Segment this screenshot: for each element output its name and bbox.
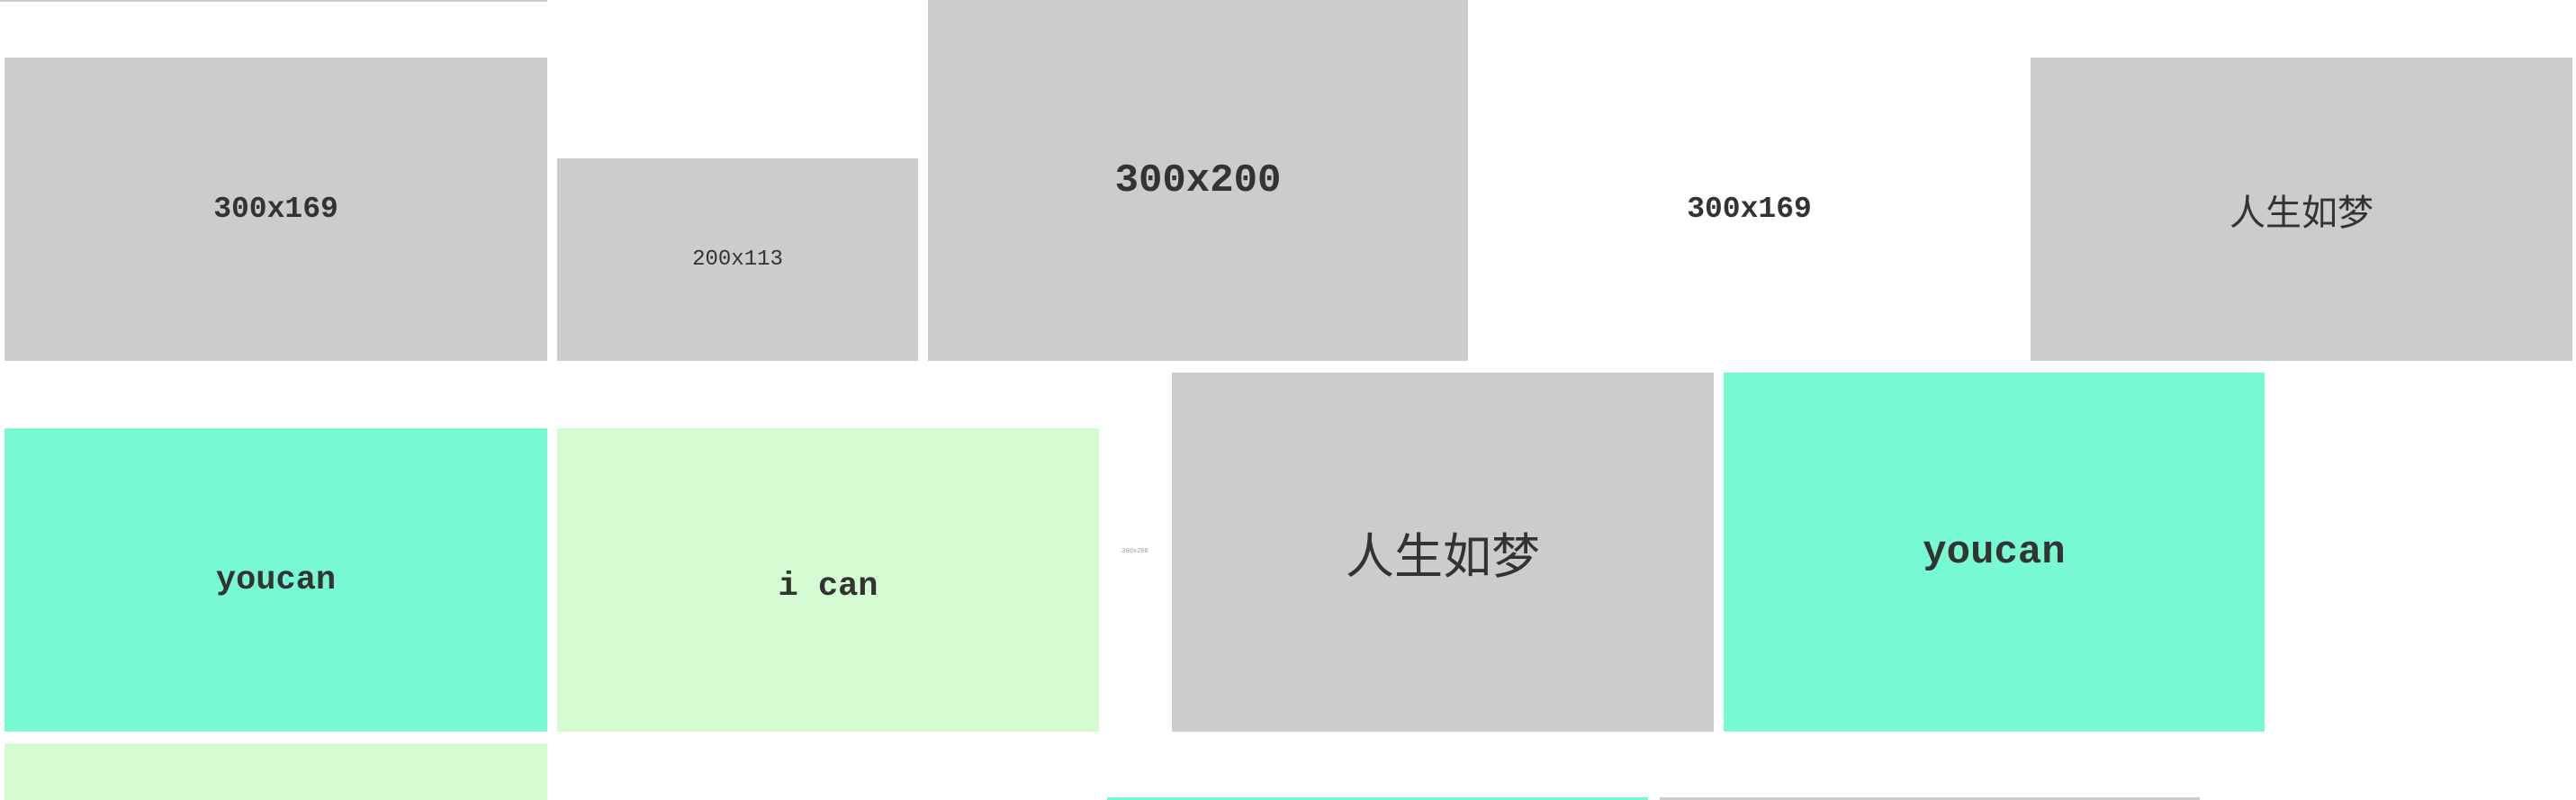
image-tile[interactable]: i can	[557, 428, 1099, 732]
tile-label: 300x200	[1121, 548, 1148, 555]
image-tile[interactable]: youcan	[1724, 373, 2265, 732]
tile-label: 人生如梦	[2229, 192, 2373, 234]
image-tile[interactable]: 人生如梦	[1172, 373, 1714, 732]
top-divider	[0, 0, 547, 2]
tile-label: i can	[778, 567, 878, 606]
image-tile[interactable]: 300x200	[928, 0, 1468, 361]
image-tile[interactable]: youcan	[5, 428, 547, 732]
image-tile-partial[interactable]	[5, 743, 547, 800]
image-tile[interactable]: 人生如梦	[2031, 58, 2572, 361]
tile-label: youcan	[215, 561, 337, 599]
tile-label: 人生如梦	[1346, 528, 1540, 585]
image-tile[interactable]: 300x169	[1478, 58, 2021, 361]
image-tile[interactable]: 300x169	[5, 58, 547, 361]
tile-label: 200x113	[692, 247, 783, 272]
image-tile[interactable]: 200x113	[557, 158, 918, 361]
broken-image-tile[interactable]: 300x200	[1112, 540, 1157, 563]
tile-label: 300x169	[1687, 193, 1812, 226]
tile-label: youcan	[1923, 529, 2066, 575]
tile-label: 300x169	[213, 193, 338, 226]
tile-label: 300x200	[1114, 157, 1282, 203]
